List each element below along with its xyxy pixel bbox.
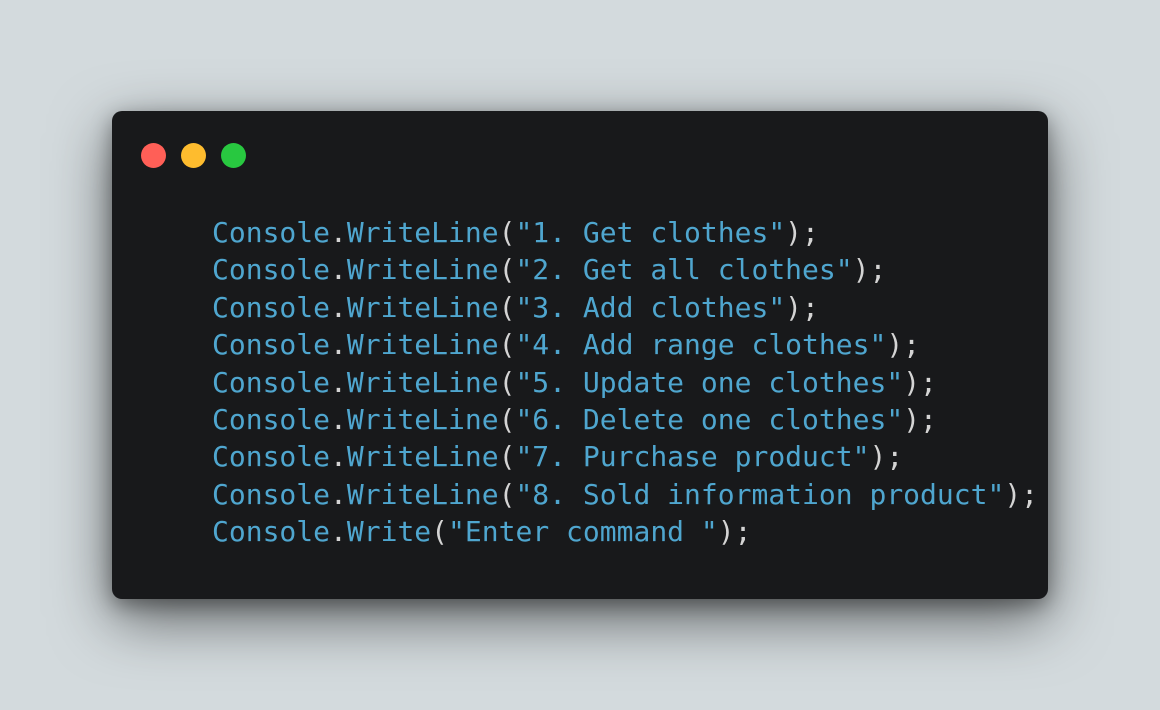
code-method-token: WriteLine — [346, 477, 499, 511]
code-string-token: "7. Purchase product" — [515, 440, 870, 474]
code-method-token: WriteLine — [346, 290, 499, 324]
code-method-token: Write — [346, 515, 432, 549]
code-line: Console.WriteLine("3. Add clothes"); — [212, 289, 1038, 326]
close-dot-icon[interactable] — [141, 143, 166, 168]
code-close-punct: ); — [717, 515, 752, 549]
code-method-token: WriteLine — [346, 440, 499, 474]
code-method-token: WriteLine — [346, 365, 499, 399]
code-string-token: "Enter command " — [448, 515, 718, 549]
code-dot-punct: . — [330, 515, 347, 549]
code-open-paren: ( — [498, 290, 516, 324]
code-object-token: Console — [212, 515, 331, 549]
code-method-token: WriteLine — [346, 402, 499, 436]
code-open-paren: ( — [498, 440, 516, 474]
code-method-token: WriteLine — [346, 253, 499, 287]
code-dot-punct: . — [330, 365, 347, 399]
code-close-punct: ); — [785, 216, 819, 249]
minimize-dot-icon[interactable] — [181, 143, 206, 168]
code-object-token: Console — [212, 440, 331, 474]
code-line: Console.Write("Enter command "); — [212, 513, 1038, 550]
code-open-paren: ( — [498, 402, 516, 436]
code-line: Console.WriteLine("7. Purchase product")… — [212, 438, 1038, 475]
code-close-punct: ); — [869, 440, 904, 474]
code-dot-punct: . — [330, 216, 347, 249]
code-method-token: WriteLine — [346, 328, 499, 362]
code-line: Console.WriteLine("8. Sold information p… — [212, 476, 1038, 513]
code-string-token: "3. Add clothes" — [515, 290, 786, 324]
code-close-punct: ); — [903, 402, 937, 436]
code-object-token: Console — [212, 365, 331, 399]
code-dot-punct: . — [330, 477, 347, 511]
code-line: Console.WriteLine("6. Delete one clothes… — [212, 401, 1038, 438]
code-string-token: "4. Add range clothes" — [515, 328, 887, 362]
code-dot-punct: . — [330, 402, 347, 436]
code-close-punct: ); — [785, 290, 819, 324]
code-method-token: WriteLine — [346, 216, 499, 249]
code-dot-punct: . — [330, 328, 347, 362]
code-open-paren: ( — [431, 515, 449, 549]
code-close-punct: ); — [886, 328, 921, 362]
code-open-paren: ( — [498, 216, 516, 249]
maximize-dot-icon[interactable] — [221, 143, 246, 168]
code-string-token: "2. Get all clothes" — [515, 253, 853, 287]
code-object-token: Console — [212, 328, 331, 362]
code-line: Console.WriteLine("5. Update one clothes… — [212, 364, 1038, 401]
code-object-token: Console — [212, 216, 331, 249]
code-dot-punct: . — [330, 290, 347, 324]
code-object-token: Console — [212, 290, 331, 324]
code-close-punct: ); — [852, 253, 887, 287]
code-open-paren: ( — [498, 328, 516, 362]
code-string-token: "6. Delete one clothes" — [515, 402, 904, 436]
code-line: Console.WriteLine("1. Get clothes"); — [212, 214, 1038, 251]
code-string-token: "8. Sold information product" — [515, 477, 1005, 511]
code-dot-punct: . — [330, 440, 347, 474]
code-open-paren: ( — [498, 365, 516, 399]
code-object-token: Console — [212, 402, 331, 436]
code-dot-punct: . — [330, 253, 347, 287]
code-line: Console.WriteLine("4. Add range clothes"… — [212, 326, 1038, 363]
code-close-punct: ); — [1004, 477, 1039, 511]
code-object-token: Console — [212, 253, 331, 287]
code-open-paren: ( — [498, 477, 516, 511]
code-object-token: Console — [212, 477, 331, 511]
code-window: Console.WriteLine("1. Get clothes"); Cons… — [112, 111, 1048, 599]
code-string-token: "1. Get clothes" — [515, 216, 786, 249]
code-open-paren: ( — [498, 253, 516, 287]
code-block: Console.WriteLine("1. Get clothes"); Cons… — [212, 214, 1038, 551]
code-line: Console.WriteLine("2. Get all clothes"); — [212, 251, 1038, 288]
code-string-token: "5. Update one clothes" — [515, 365, 904, 399]
code-close-punct: ); — [903, 365, 937, 399]
